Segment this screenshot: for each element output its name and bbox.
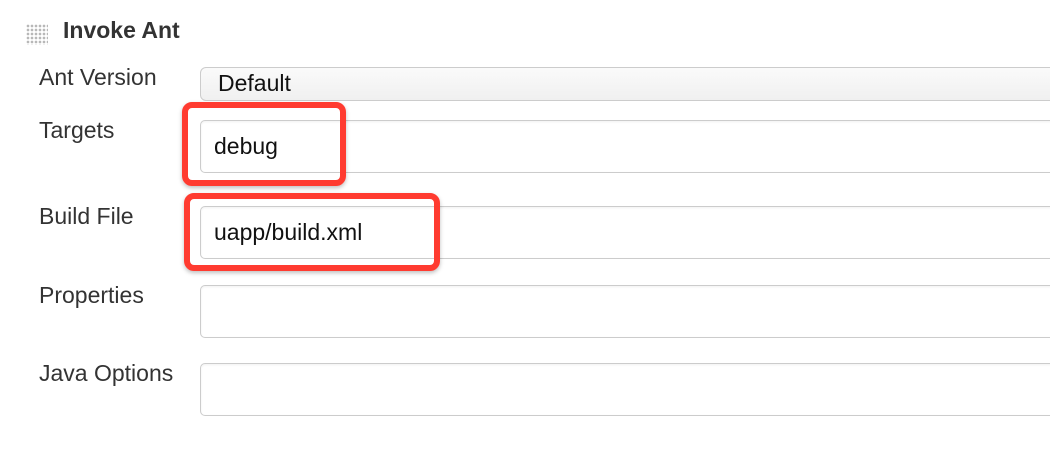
properties-input[interactable]	[200, 285, 1050, 338]
properties-label: Properties	[39, 282, 144, 308]
build-file-input[interactable]	[200, 206, 1050, 259]
ant-version-label: Ant Version	[39, 64, 157, 90]
build-file-label: Build File	[39, 203, 134, 229]
targets-input[interactable]	[200, 120, 1050, 173]
section-title: Invoke Ant	[63, 17, 180, 43]
targets-label: Targets	[39, 117, 115, 143]
java-options-label: Java Options	[39, 360, 174, 386]
java-options-input[interactable]	[200, 363, 1050, 416]
ant-version-select[interactable]: Default	[200, 67, 1050, 101]
drag-handle-icon[interactable]	[26, 24, 48, 45]
